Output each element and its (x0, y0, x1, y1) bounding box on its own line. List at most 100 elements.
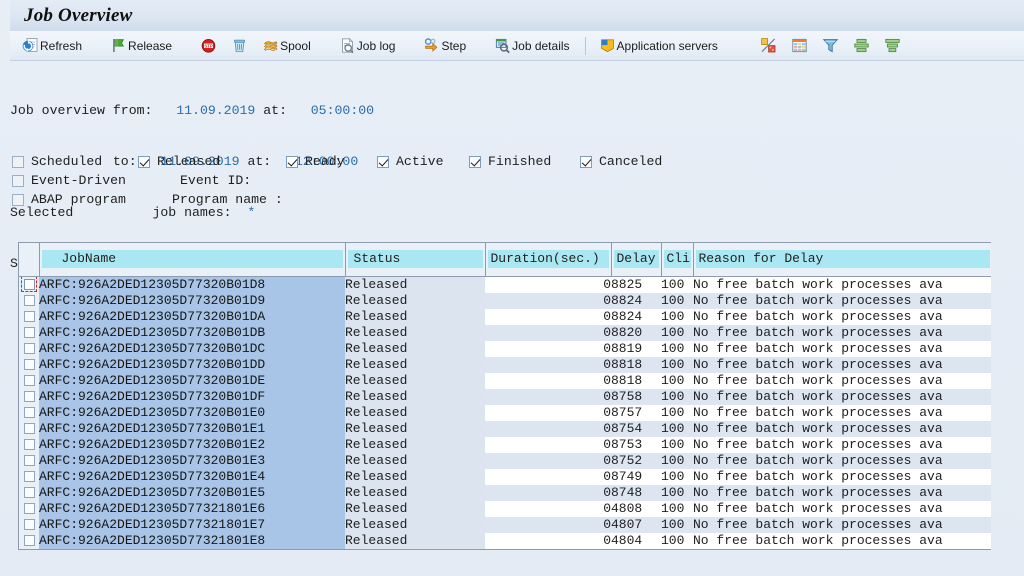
sort-descending-button[interactable] (878, 33, 907, 59)
filter-event-driven-checkbox[interactable] (12, 174, 24, 187)
row-select-cell[interactable] (19, 356, 39, 373)
table-row[interactable]: ARFC:926A2DED12305D77320B01E0 Released 0 87… (19, 404, 991, 421)
row-select-cell[interactable] (19, 308, 39, 325)
row-select-cell[interactable] (19, 404, 39, 421)
filter-scheduled[interactable]: Scheduled (12, 154, 138, 169)
table-row[interactable]: ARFC:926A2DED12305D77320B01E1 Released 0 87… (19, 420, 991, 437)
row-select-cell[interactable] (19, 276, 39, 293)
filter-button[interactable] (816, 33, 845, 59)
spool-button[interactable]: Spool (256, 33, 317, 59)
column-header-delay[interactable]: Delay (611, 243, 662, 277)
row-select-checkbox[interactable] (23, 470, 35, 482)
row-select-cell[interactable] (19, 500, 39, 517)
cell-delay: 8820 (611, 324, 661, 341)
stop-button[interactable]: STP (194, 33, 223, 59)
row-select-checkbox[interactable] (23, 390, 35, 402)
row-select-cell[interactable] (19, 292, 39, 309)
table-row[interactable]: ARFC:926A2DED12305D77321801E7 Released 0 48… (19, 516, 991, 533)
row-select-cell[interactable] (19, 468, 39, 485)
filter-released-checkbox[interactable] (138, 155, 150, 168)
row-select-checkbox[interactable] (23, 438, 35, 450)
row-select-checkbox[interactable] (23, 454, 35, 466)
row-select-cell[interactable] (19, 340, 39, 357)
criteria-from-time: 05:00:00 (310, 103, 375, 118)
cell-jobname: ARFC:926A2DED12305D77320B01DA (39, 308, 345, 325)
filter-released[interactable]: Released (138, 154, 286, 169)
job-details-button[interactable]: Job details (488, 33, 575, 59)
table-row[interactable]: ARFC:926A2DED12305D77320B01DE Released 0 88… (19, 372, 991, 389)
table-row[interactable]: ARFC:926A2DED12305D77320B01E4 Released 0 87… (19, 468, 991, 485)
column-header-reason[interactable]: Reason for Delay (693, 243, 991, 277)
table-row[interactable]: ARFC:926A2DED12305D77320B01DC Released 0 88… (19, 340, 991, 357)
row-select-checkbox[interactable] (23, 502, 35, 514)
job-log-button[interactable]: Job log (333, 33, 402, 59)
release-button[interactable]: Release (104, 33, 178, 59)
row-select-checkbox[interactable] (23, 422, 35, 434)
status-filters: Scheduled Released Ready Active Finished… (12, 152, 1012, 209)
row-select-cell[interactable] (19, 420, 39, 437)
row-select-checkbox[interactable] (23, 278, 35, 290)
row-select-checkbox[interactable] (23, 310, 35, 322)
row-select-cell[interactable] (19, 372, 39, 389)
row-select-cell[interactable] (19, 388, 39, 405)
table-row[interactable]: ARFC:926A2DED12305D77320B01DA Released 0 88… (19, 308, 991, 325)
row-select-cell[interactable] (19, 436, 39, 453)
cell-duration: 0 (485, 340, 611, 357)
row-select-cell[interactable] (19, 532, 39, 549)
row-select-cell[interactable] (19, 324, 39, 341)
column-header-cli[interactable]: Cli (661, 243, 694, 277)
filter-finished-checkbox[interactable] (469, 155, 481, 168)
cell-status: Released (345, 356, 485, 373)
sort-ascending-button[interactable] (847, 33, 876, 59)
filter-abap-program-checkbox[interactable] (12, 193, 24, 206)
column-header-status[interactable]: Status (345, 243, 486, 277)
application-servers-button[interactable]: Application servers (593, 33, 724, 59)
refresh-button[interactable]: Refresh (16, 33, 88, 59)
table-row[interactable]: ARFC:926A2DED12305D77320B01D9 Released 0 88… (19, 292, 991, 309)
svg-text:STP: STP (204, 43, 213, 48)
row-select-cell[interactable] (19, 516, 39, 533)
sort-cut-button[interactable] (754, 33, 783, 59)
table-row[interactable]: ARFC:926A2DED12305D77320B01E5 Released 0 87… (19, 484, 991, 501)
table-row[interactable]: ARFC:926A2DED12305D77320B01D8 Released 0 88… (19, 276, 991, 293)
table-row[interactable]: ARFC:926A2DED12305D77320B01DF Released 0 87… (19, 388, 991, 405)
filter-scheduled-checkbox[interactable] (12, 155, 24, 168)
row-select-checkbox[interactable] (23, 374, 35, 386)
select-all-header[interactable] (19, 243, 40, 277)
layout-grid-button[interactable] (785, 33, 814, 59)
step-button[interactable]: Step (417, 33, 472, 59)
row-select-checkbox[interactable] (23, 406, 35, 418)
table-row[interactable]: ARFC:926A2DED12305D77320B01DB Released 0 88… (19, 324, 991, 341)
row-select-checkbox[interactable] (23, 486, 35, 498)
job-log-label: Job log (356, 38, 396, 53)
table-row[interactable]: ARFC:926A2DED12305D77321801E8 Released 0 48… (19, 532, 991, 549)
table-row[interactable]: ARFC:926A2DED12305D77320B01DD Released 0 88… (19, 356, 991, 373)
row-select-cell[interactable] (19, 484, 39, 501)
filter-canceled-checkbox[interactable] (580, 155, 592, 168)
filter-ready[interactable]: Ready (286, 154, 377, 169)
column-header-jobname[interactable]: JobName (39, 243, 346, 277)
filter-finished[interactable]: Finished (469, 154, 580, 169)
cell-reason: No free batch work processes ava (693, 484, 991, 501)
filter-canceled[interactable]: Canceled (580, 154, 662, 169)
cell-cli: 100 (661, 372, 693, 389)
status-filter-row: Scheduled Released Ready Active Finished… (12, 152, 1012, 171)
filter-event-driven[interactable]: Event-Driven (12, 173, 180, 188)
table-row[interactable]: ARFC:926A2DED12305D77320B01E3 Released 0 87… (19, 452, 991, 469)
row-select-checkbox[interactable] (23, 294, 35, 306)
row-select-checkbox[interactable] (23, 326, 35, 338)
filter-active-checkbox[interactable] (377, 155, 389, 168)
table-row[interactable]: ARFC:926A2DED12305D77320B01E2 Released 0 87… (19, 436, 991, 453)
row-select-checkbox[interactable] (23, 518, 35, 530)
table-row[interactable]: ARFC:926A2DED12305D77321801E6 Released 0 48… (19, 500, 991, 517)
filter-ready-checkbox[interactable] (286, 155, 298, 168)
delete-button[interactable] (225, 33, 254, 59)
row-select-cell[interactable] (19, 452, 39, 469)
column-header-duration[interactable]: Duration(sec.) (485, 243, 612, 277)
row-select-checkbox[interactable] (23, 342, 35, 354)
filter-active[interactable]: Active (377, 154, 469, 169)
column-header-cli-label: Cli (663, 250, 691, 269)
filter-abap-program[interactable]: ABAP program (12, 192, 172, 207)
row-select-checkbox[interactable] (23, 534, 35, 546)
row-select-checkbox[interactable] (23, 358, 35, 370)
